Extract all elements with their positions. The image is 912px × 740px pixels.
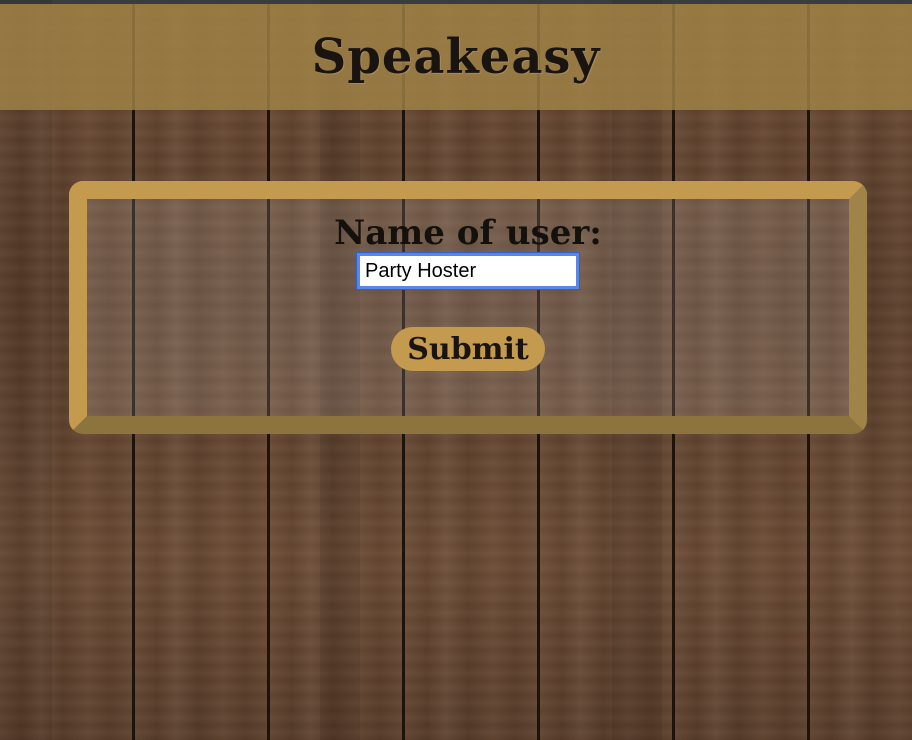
site-title: Speakeasy	[311, 29, 601, 85]
username-label: Name of user:	[334, 213, 602, 253]
login-form-panel: Name of user: Submit	[69, 181, 867, 434]
submit-button[interactable]: Submit	[391, 327, 545, 371]
plank-shade	[0, 0, 52, 740]
site-header: Speakeasy	[0, 4, 912, 110]
login-form: Name of user: Submit	[87, 199, 849, 371]
username-input[interactable]	[356, 252, 580, 290]
